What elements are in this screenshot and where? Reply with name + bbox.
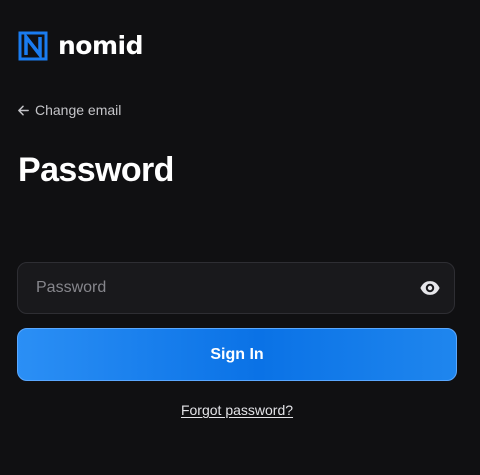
sign-in-button[interactable]: Sign In — [17, 328, 457, 381]
nomid-logo-icon — [18, 31, 48, 61]
arrow-left-icon — [18, 105, 29, 115]
password-field — [17, 262, 455, 314]
show-password-toggle[interactable] — [418, 276, 442, 300]
eye-icon — [420, 281, 440, 295]
change-email-link[interactable]: Change email — [17, 102, 121, 118]
password-input[interactable] — [18, 263, 408, 313]
change-email-label: Change email — [35, 102, 122, 118]
brand-name: nomid — [58, 31, 144, 60]
brand-logo[interactable]: nomid — [18, 30, 144, 62]
page-title: Password — [18, 151, 174, 189]
forgot-password-link[interactable]: Forgot password? — [0, 402, 474, 418]
